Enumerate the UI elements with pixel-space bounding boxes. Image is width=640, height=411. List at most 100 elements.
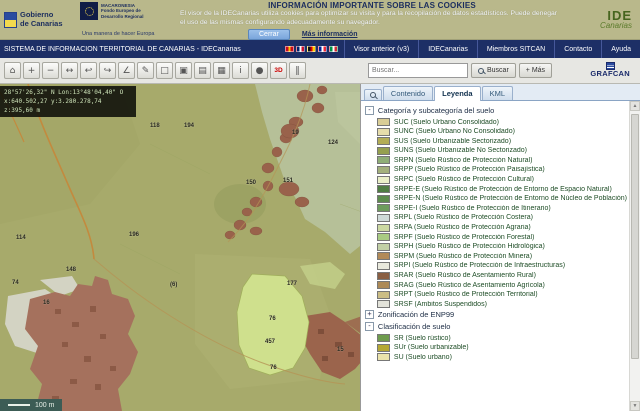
more-info-link[interactable]: Más información [302, 31, 358, 38]
cookie-close-button[interactable]: Cerrar [248, 29, 290, 40]
scroll-up-icon[interactable] [630, 101, 640, 111]
legend-swatch [377, 344, 390, 352]
coordinates-readout: 28°57'26,32" N Lon:13°48'04,40" O x:640.… [0, 86, 136, 117]
legend-label: SRPM (Suelo Rústico de Protección Minera… [394, 253, 532, 260]
legend-swatch [377, 262, 390, 270]
grafcan-logo-text: GRAFCAN [590, 70, 630, 78]
collapse-icon[interactable]: - [365, 322, 374, 331]
legend-label: SRPA (Suelo Rústico de Protección Agrari… [394, 224, 531, 231]
legend-swatch [377, 243, 390, 251]
macaronesia-line3: Desarrollo Regional [101, 14, 144, 19]
cookie-title: INFORMACIÓN IMPORTANTE SOBRE LAS COOKIES [180, 1, 564, 10]
ide-canarias-logo: IDE Canarias [574, 0, 640, 39]
tab-leyenda[interactable]: Leyenda [434, 86, 480, 101]
menu-item-5[interactable]: Ayuda [601, 40, 640, 58]
legend-swatch [377, 334, 390, 342]
tab-kml[interactable]: KML [482, 86, 513, 100]
home-extent-button[interactable]: ⌂ [4, 62, 21, 79]
map-viewport[interactable]: 11819419124751501511141961487416(6)17776… [0, 84, 360, 411]
legend-item-SRPN: SRPN (Suelo Rústico de Protección Natura… [377, 156, 627, 164]
legend-label: SRPE-N (Suelo Rústico de Protección de E… [394, 195, 627, 202]
section-categoria-title: Categoría y subcategoría del suelo [378, 106, 494, 115]
search-input[interactable] [368, 63, 468, 78]
scale-label: 100 m [35, 402, 54, 409]
legend-swatch [377, 156, 390, 164]
expand-icon[interactable]: + [365, 310, 374, 319]
image-button[interactable]: ▣ [175, 62, 192, 79]
select-area-button[interactable]: □ [156, 62, 173, 79]
legend-label: SRPL (Suelo Rústico de Protección Coster… [394, 214, 533, 221]
previous-view-button[interactable]: ↩ [80, 62, 97, 79]
layers-button[interactable]: ▦ [213, 62, 230, 79]
menu-item-2[interactable]: IDECanarias [418, 40, 477, 58]
legend-label: SRPT (Suelo Rústico de Protección Territ… [394, 291, 538, 298]
print-button[interactable]: ▤ [194, 62, 211, 79]
legend-item-SRPE-N: SRPE-N (Suelo Rústico de Protección de E… [377, 195, 627, 203]
legend-label: SU (Suelo urbano) [394, 354, 452, 361]
search-button[interactable]: Buscar [471, 63, 516, 78]
gobierno-shield-icon [4, 12, 17, 28]
more-search-button[interactable]: + Más [519, 63, 552, 78]
legend-label: SRPE-E (Suelo Rústico de Protección de E… [394, 186, 612, 193]
legend-swatch [377, 281, 390, 289]
legend-swatch [377, 214, 390, 222]
flag-it-icon[interactable] [329, 46, 338, 52]
legend-swatch [377, 272, 390, 280]
flag-fr-icon[interactable] [318, 46, 327, 52]
legend-swatch [377, 137, 390, 145]
menu-item-4[interactable]: Contacto [554, 40, 601, 58]
legend-item-SRPT: SRPT (Suelo Rústico de Protección Territ… [377, 291, 627, 299]
scrollbar-thumb[interactable] [631, 114, 639, 359]
menu-item-1[interactable]: Visor anterior (v3) [344, 40, 419, 58]
zoom-in-button[interactable]: + [23, 62, 40, 79]
legend-item-SRPP: SRPP (Suelo Rústico de Protección Paisaj… [377, 166, 627, 174]
search-icon [478, 68, 484, 74]
coords-latlon: 28°57'26,32" N Lon:13°48'04,40" O [4, 88, 132, 97]
legend-item-SUr: SUr (Suelo urbanizable) [377, 344, 627, 352]
legend-item-SUNS: SUNS (Suelo Urbanizable No Sectorizado) [377, 147, 627, 155]
legend-label: SUr (Suelo urbanizable) [394, 344, 469, 351]
grafcan-logo: GRAFCAN [590, 62, 636, 78]
header-banner: Gobierno de Canarias MACARONESIA Fondo E… [0, 0, 640, 40]
legend-swatch [377, 300, 390, 308]
tab-search[interactable] [364, 89, 382, 100]
legend-label: SRAG (Suelo Rústico de Asentamiento Agrí… [394, 282, 545, 289]
section-enp-title: Zonificación de ENP99 [378, 310, 454, 319]
legend-item-SU: SU (Suelo urbano) [377, 353, 627, 361]
measure-length-button[interactable]: ∠ [118, 62, 135, 79]
legend-label: SRPF (Suelo Rústico de Protección Forest… [394, 234, 534, 241]
legend-swatch [377, 291, 390, 299]
legend-label: SUNS (Suelo Urbanizable No Sectorizado) [394, 147, 527, 154]
3d-view-button[interactable]: 3D [270, 62, 287, 79]
ide-logo-subtext: Canarias [600, 22, 632, 30]
legend-swatch [377, 176, 390, 184]
scroll-down-icon[interactable] [630, 401, 640, 411]
flag-es-icon[interactable] [285, 46, 294, 52]
legend-item-SRSF: SRSF (Ámbitos Suspendidos) [377, 300, 627, 308]
panel-tabs: Contenido Leyenda KML [361, 84, 640, 101]
tab-contenido[interactable]: Contenido [383, 86, 433, 100]
section-clasificacion: - Clasificación de suelo [365, 322, 627, 331]
flag-gb-icon[interactable] [296, 46, 305, 52]
legend-body: - Categoría y subcategoría del suelo SUC… [361, 101, 640, 411]
info-button[interactable]: i [232, 62, 249, 79]
collapse-icon[interactable]: - [365, 106, 374, 115]
legend-swatch [377, 128, 390, 136]
menu-item-3[interactable]: Miembros SITCAN [477, 40, 554, 58]
next-view-button[interactable]: ↪ [99, 62, 116, 79]
zoom-out-button[interactable]: − [42, 62, 59, 79]
legend-swatch [377, 224, 390, 232]
legend-item-SRAG: SRAG (Suelo Rústico de Asentamiento Agrí… [377, 281, 627, 289]
panel-scrollbar[interactable] [629, 101, 640, 411]
legend-label: SRPN (Suelo Rústico de Protección Natura… [394, 157, 533, 164]
legend-swatch [377, 195, 390, 203]
split-screen-button[interactable]: ‖ [289, 62, 306, 79]
legend-label: SUC (Suelo Urbano Consolidado) [394, 119, 499, 126]
legend-list: SUC (Suelo Urbano Consolidado)SUNC (Suel… [365, 118, 627, 308]
street-view-button[interactable]: ● [251, 62, 268, 79]
pan-button[interactable]: ↔ [61, 62, 78, 79]
flag-de-icon[interactable] [307, 46, 316, 52]
legend-item-SRPF: SRPF (Suelo Rústico de Protección Forest… [377, 233, 627, 241]
legend-swatch [377, 147, 390, 155]
draw-button[interactable]: ✎ [137, 62, 154, 79]
